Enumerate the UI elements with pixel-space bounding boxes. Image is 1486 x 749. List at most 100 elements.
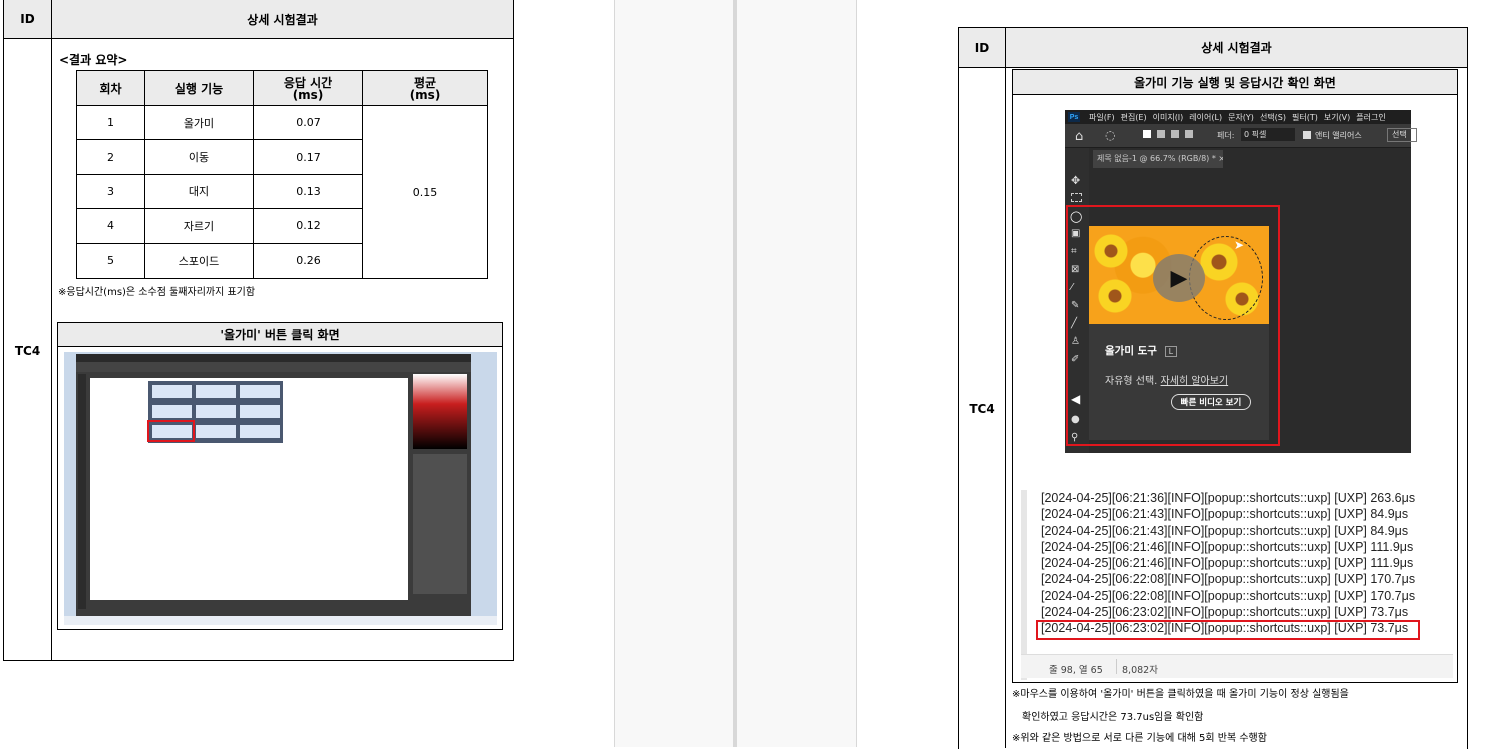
summary-col-round: 회차 <box>77 71 145 106</box>
log-line: [2024-04-25][06:23:02][INFO][popup::shor… <box>1041 605 1409 620</box>
feather-label: 페더: <box>1217 131 1235 140</box>
summary-table: 회차 실행 기능 응답 시간 (ms) 평균 (ms) 1 올가미 0.07 2 이동 0… <box>76 70 488 279</box>
header-result-text: 상세 시험결과 <box>247 12 318 27</box>
mini-btn <box>152 385 192 398</box>
feather-input[interactable]: 0 픽셀 <box>1241 128 1295 141</box>
header-result-text: 상세 시험결과 <box>1201 41 1272 55</box>
ps-menu-item[interactable]: 필터(T) <box>1292 112 1318 123</box>
mini-btn <box>196 385 236 398</box>
log-highlight-box <box>1036 620 1420 640</box>
ps-menubar: Ps 파일(F) 편집(E) 이미지(I) 레이어(L) 문자(Y) 선택(S) 필터(T)… <box>1065 110 1411 124</box>
mini-btn <box>196 405 236 418</box>
gutter-divider <box>733 0 737 747</box>
log-statusbar: 줄 98, 열 65 8,082자 <box>1021 654 1453 678</box>
log-line: [2024-04-25][06:21:43][INFO][popup::shor… <box>1041 523 1409 538</box>
left-header-result: 상세 시험결과 <box>52 0 513 39</box>
status-divider <box>1116 659 1117 674</box>
summary-cell-round: 4 <box>77 209 145 244</box>
move-tool-icon[interactable]: ✥ <box>1071 174 1080 187</box>
mini-color-picker <box>413 374 467 449</box>
right-row-id: TC4 <box>959 399 1005 419</box>
summary-cell-time: 0.26 <box>296 254 321 268</box>
ps-logo: Ps <box>1068 112 1080 122</box>
summary-title: <결과 요약> <box>59 53 128 67</box>
summary-cell-round: 3 <box>77 174 145 210</box>
lasso-option-icon[interactable]: ◌ <box>1105 128 1115 142</box>
ps-menu-item[interactable]: 선택(S) <box>1260 112 1286 123</box>
ps-optionsbar: ⌂ ◌ 페더: 0 픽셀 앤티 앨리어스 선택 <box>1065 124 1417 148</box>
mini-menubar <box>76 354 471 362</box>
home-icon[interactable]: ⌂ <box>1075 129 1083 144</box>
mini-btn <box>240 385 280 398</box>
summary-cell-func: 이동 <box>145 140 254 175</box>
log-line: [2024-04-25][06:21:46][INFO][popup::shor… <box>1041 556 1414 571</box>
antialias-checkbox[interactable] <box>1303 131 1311 139</box>
row-id-text: TC4 <box>14 344 41 358</box>
screenshot-title-text: '올가미' 버튼 클릭 화면 <box>220 328 340 342</box>
mini-taskbar <box>64 616 497 625</box>
summary-cell-func: 올가미 <box>145 106 254 141</box>
summary-cell-round: 2 <box>77 140 145 175</box>
summary-average: 0.15 <box>363 106 487 278</box>
intersect-selection-icon[interactable] <box>1185 130 1193 138</box>
summary-cell-func: 스포이드 <box>145 243 254 278</box>
ps-menu-item[interactable]: 편집(E) <box>1121 112 1147 123</box>
right-header-id: ID <box>959 28 1006 68</box>
inner-title: 올가미 기능 실행 및 응답시간 확인 화면 <box>1013 70 1457 95</box>
note-line-1: ※마우스를 이용하여 '올가미' 버튼을 클릭하였을 때 올가미 기능이 정상 … <box>1012 689 1349 700</box>
left-header-id: ID <box>4 0 52 39</box>
note-line-3: ※위와 같은 방법으로 서로 다른 기능에 대해 5회 반복 수행함 <box>1012 733 1267 744</box>
status-position: 줄 98, 열 65 <box>1049 665 1103 676</box>
summary-cell-func: 대지 <box>145 174 254 210</box>
photoshop-screenshot: Ps 파일(F) 편집(E) 이미지(I) 레이어(L) 문자(Y) 선택(S) 필터(T)… <box>1065 110 1417 453</box>
left-id-col-divider <box>51 39 52 660</box>
summary-cell-time: 0.07 <box>254 106 363 141</box>
inner-title-text: 올가미 기능 실행 및 응답시간 확인 화면 <box>1134 75 1336 90</box>
summary-cell-round: 1 <box>77 106 145 141</box>
status-chars: 8,082자 <box>1122 665 1158 676</box>
new-selection-icon[interactable] <box>1143 130 1151 138</box>
note-line-2: 확인하였고 응답시간은 73.7us임을 확인함 <box>1022 712 1204 723</box>
log-lines: [2024-04-25][06:21:36][INFO][popup::shor… <box>1041 490 1415 637</box>
col-avg-label: 평균 (ms) <box>409 75 441 102</box>
summary-note: ※응답시간(ms)은 소수점 둘째자리까지 표기함 <box>58 287 256 298</box>
summary-cell-round: 5 <box>77 243 145 278</box>
right-page: ID 상세 시험결과 TC4 올가미 기능 실행 및 응답시간 확인 화면 Ps… <box>958 27 1468 749</box>
ps-menu-item[interactable]: 플러그인 <box>1356 112 1385 123</box>
inner-box: 올가미 기능 실행 및 응답시간 확인 화면 Ps 파일(F) 편집(E) 이미지(… <box>1012 69 1458 683</box>
right-id-col-divider <box>1005 68 1006 748</box>
select-button[interactable]: 선택 <box>1387 128 1417 142</box>
summary-col-avg: 평균 (ms) <box>363 71 487 106</box>
screenshot-title: '올가미' 버튼 클릭 화면 <box>58 323 502 347</box>
ps-menu-item[interactable]: 레이어(L) <box>1189 112 1222 123</box>
subtract-selection-icon[interactable] <box>1171 130 1179 138</box>
log-line: [2024-04-25][06:21:46][INFO][popup::shor… <box>1041 539 1414 554</box>
mini-highlight <box>147 420 195 442</box>
ps-menu-item[interactable]: 문자(Y) <box>1228 112 1254 123</box>
col-round-label: 회차 <box>99 82 122 96</box>
log-line: [2024-04-25][06:22:08][INFO][popup::shor… <box>1041 572 1416 587</box>
mini-btn <box>240 405 280 418</box>
summary-col-func: 실행 기능 <box>145 71 254 106</box>
mini-panels <box>413 454 467 594</box>
mini-desktop <box>64 352 497 625</box>
ps-menu-item[interactable]: 파일(F) <box>1089 112 1115 123</box>
summary-col-time: 응답 시간 (ms) <box>254 71 363 106</box>
average-value: 0.15 <box>412 185 438 199</box>
ps-menu-item[interactable]: 이미지(I) <box>1153 112 1184 123</box>
ps-menu-item[interactable]: 보기(V) <box>1324 112 1350 123</box>
ps-document-tab[interactable]: 제목 없음-1 @ 66.7% (RGB/8) * × <box>1093 150 1223 168</box>
log-viewer: [2024-04-25][06:21:36][INFO][popup::shor… <box>1021 490 1453 680</box>
selection-mode-icons[interactable] <box>1143 130 1193 138</box>
summary-cell-func: 자르기 <box>145 209 254 244</box>
log-scroll-margin <box>1021 490 1027 680</box>
tab-title: 제목 없음-1 @ 66.7% (RGB/8) * <box>1097 154 1216 163</box>
screenshot-box: '올가미' 버튼 클릭 화면 <box>57 322 503 630</box>
tooltip-highlight-box <box>1066 205 1280 446</box>
add-selection-icon[interactable] <box>1157 130 1165 138</box>
tab-close-icon[interactable]: × <box>1218 154 1223 163</box>
marquee-tool-icon[interactable] <box>1071 193 1082 202</box>
left-row-id: TC4 <box>4 340 51 362</box>
summary-cell-time: 0.17 <box>254 140 363 175</box>
ps-menu-items: 파일(F) 편집(E) 이미지(I) 레이어(L) 문자(Y) 선택(S) 필터(T) 보기(… <box>1089 112 1386 123</box>
